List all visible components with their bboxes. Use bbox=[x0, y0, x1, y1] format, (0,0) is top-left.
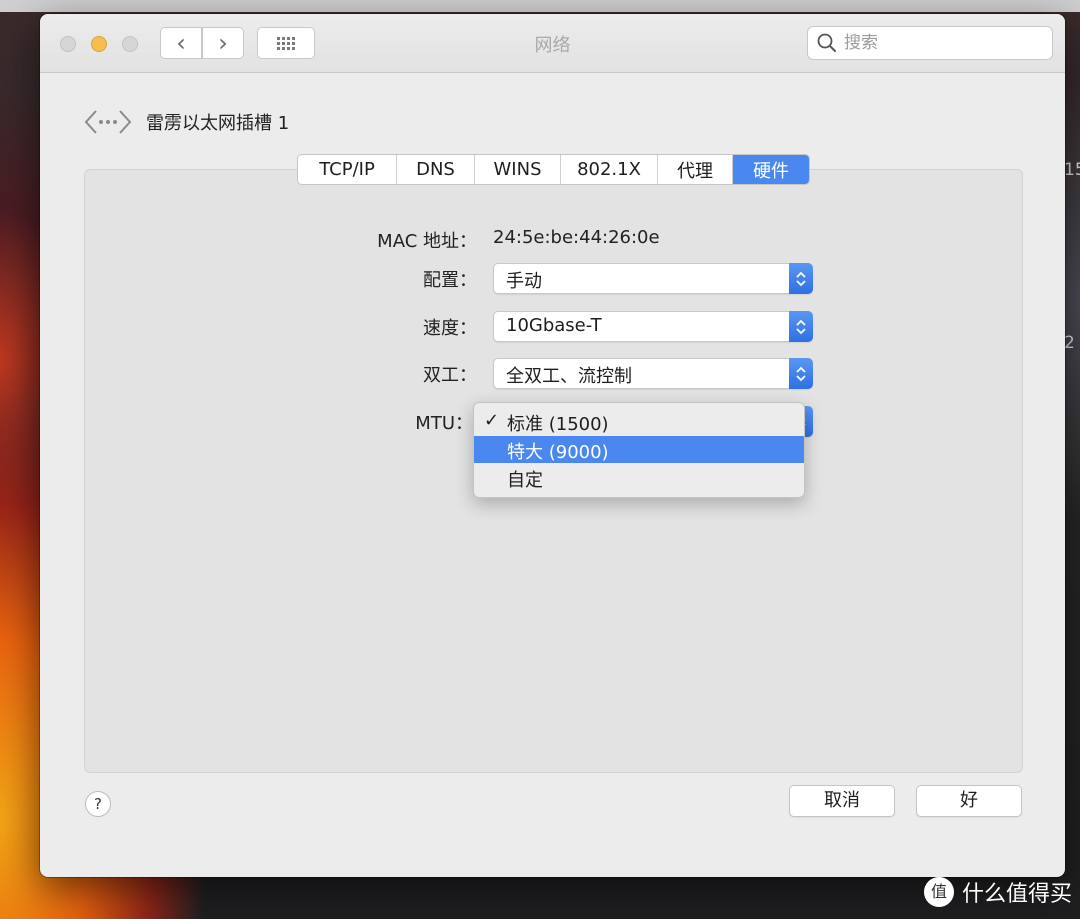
help-icon: ? bbox=[94, 795, 102, 813]
tab-dns[interactable]: DNS bbox=[397, 155, 475, 184]
checkmark-icon: ✓ bbox=[484, 410, 500, 431]
mtu-dropdown-menu: ✓ 标准 (1500) 特大 (9000) 自定 bbox=[473, 402, 805, 498]
search-icon bbox=[816, 32, 838, 54]
menu-item-label: 特大 (9000) bbox=[507, 442, 609, 463]
watermark-logo-icon: 值 bbox=[923, 877, 954, 907]
configure-popup[interactable]: 手动 bbox=[493, 263, 813, 294]
menu-item-label: 标准 (1500) bbox=[507, 414, 609, 435]
tab-bar: TCP/IP DNS WINS 802.1X 代理 硬件 bbox=[297, 154, 810, 185]
search-input[interactable] bbox=[842, 32, 1036, 54]
menu-item-custom[interactable]: 自定 bbox=[474, 464, 804, 491]
tab-hardware[interactable]: 硬件 bbox=[733, 155, 809, 184]
help-button[interactable]: ? bbox=[85, 791, 111, 817]
configure-label: 配置： bbox=[423, 270, 477, 291]
mtu-label: MTU： bbox=[415, 413, 473, 434]
tab-tcpip[interactable]: TCP/IP bbox=[298, 155, 397, 184]
menu-item-label: 自定 bbox=[507, 470, 543, 491]
speed-value: 10Gbase-T bbox=[506, 315, 602, 336]
duplex-value: 全双工、流控制 bbox=[506, 366, 632, 387]
mac-address-label: MAC 地址： bbox=[377, 231, 477, 252]
interface-header: 雷雳以太网插槽 1 bbox=[84, 107, 289, 137]
mac-address-value: 24:5e:be:44:26:0e bbox=[493, 227, 660, 248]
speed-label: 速度： bbox=[423, 318, 477, 339]
ethernet-icon bbox=[84, 110, 132, 134]
search-field[interactable] bbox=[807, 26, 1053, 60]
watermark: 值 什么值得买 bbox=[923, 876, 1072, 908]
stepper-icon bbox=[789, 311, 813, 342]
tab-8021x[interactable]: 802.1X bbox=[561, 155, 658, 184]
menu-bar bbox=[0, 0, 1080, 12]
duplex-label: 双工： bbox=[423, 365, 477, 386]
watermark-text: 什么值得买 bbox=[961, 882, 1072, 907]
duplex-popup[interactable]: 全双工、流控制 bbox=[493, 358, 813, 389]
cancel-button[interactable]: 取消 bbox=[789, 785, 895, 817]
desktop-edge-label: 15 bbox=[1064, 160, 1080, 180]
stepper-icon bbox=[789, 358, 813, 389]
configure-value: 手动 bbox=[506, 271, 542, 292]
menu-item-jumbo[interactable]: 特大 (9000) bbox=[474, 436, 804, 463]
speed-popup[interactable]: 10Gbase-T bbox=[493, 311, 813, 342]
title-bar: ‹ › 网络 bbox=[40, 14, 1065, 73]
tab-proxy[interactable]: 代理 bbox=[658, 155, 733, 184]
ok-button[interactable]: 好 bbox=[916, 785, 1022, 817]
menu-item-standard[interactable]: ✓ 标准 (1500) bbox=[474, 408, 804, 435]
desktop-edge-label: 2 bbox=[1064, 333, 1075, 353]
network-preferences-window: ‹ › 网络 雷雳以太网插槽 1 TCP/IP D bbox=[40, 14, 1065, 877]
stepper-icon bbox=[789, 263, 813, 294]
tab-wins[interactable]: WINS bbox=[475, 155, 561, 184]
interface-name: 雷雳以太网插槽 1 bbox=[146, 113, 290, 134]
